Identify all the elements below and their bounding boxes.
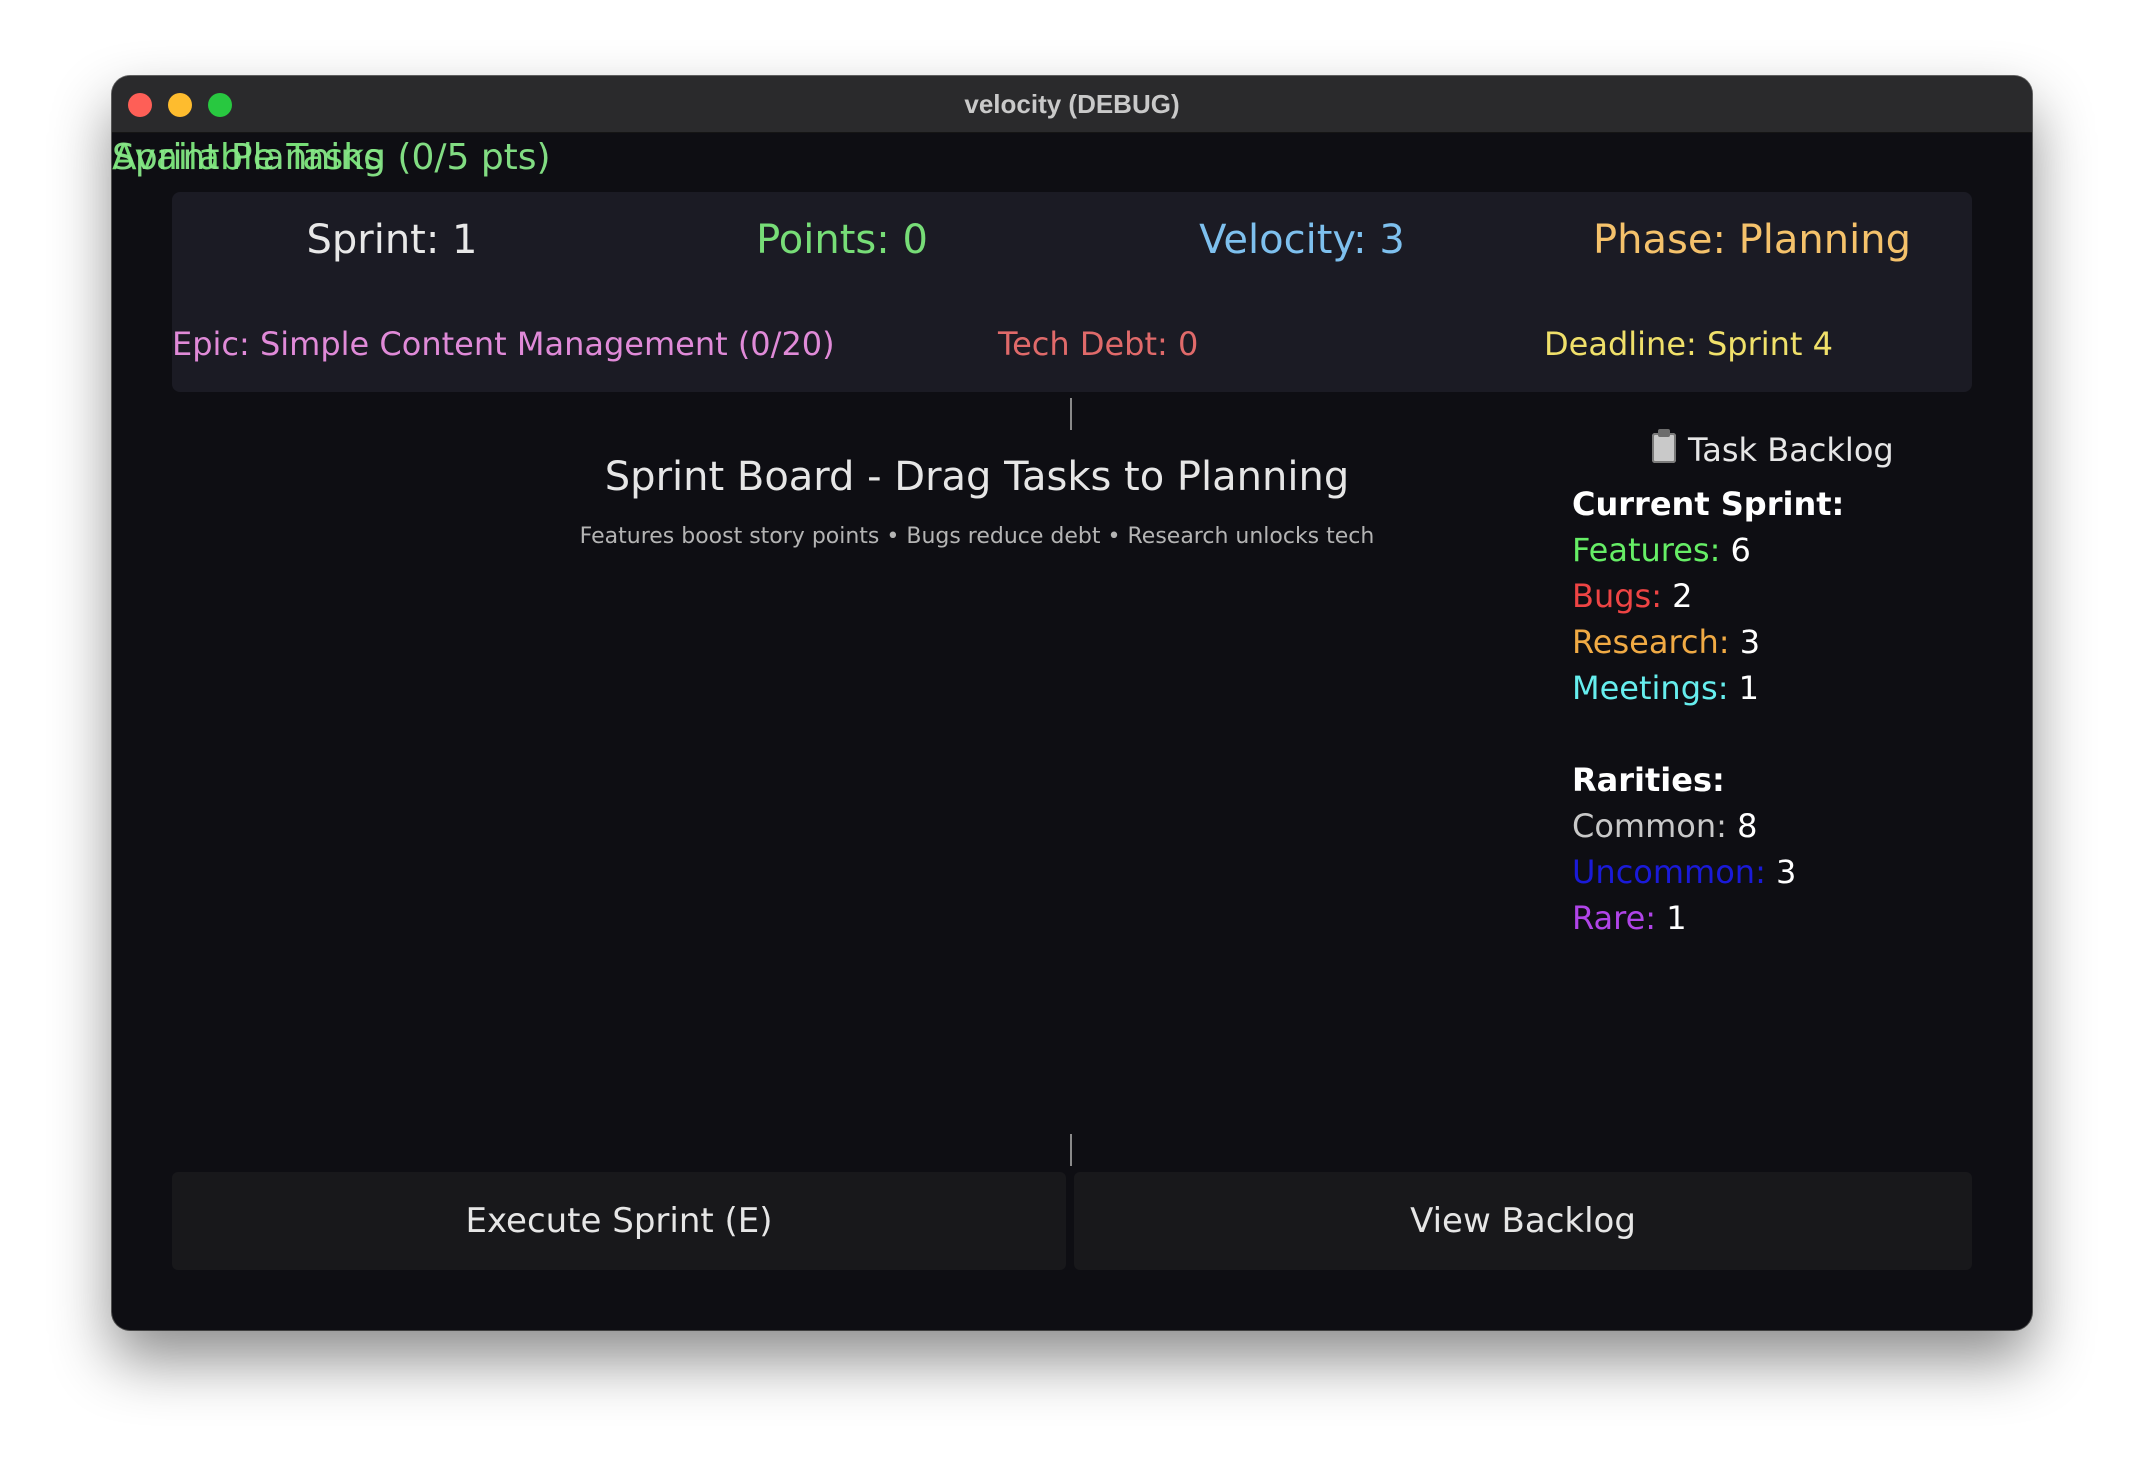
velocity-stat: Velocity: 3 [1199, 217, 1405, 263]
rarity-value: 1 [1666, 899, 1687, 937]
rarity-value: 3 [1776, 853, 1797, 891]
clipboard-icon [1652, 429, 1676, 463]
rarity-label: Rare: [1572, 899, 1657, 937]
execute-sprint-button[interactable]: Execute Sprint (E) [172, 1172, 1066, 1270]
rarity-label: Common: [1572, 807, 1727, 845]
board-title: Sprint Board - Drag Tasks to Planning [604, 454, 1350, 500]
category-label: Bugs: [1572, 577, 1662, 615]
category-label: Research: [1572, 623, 1730, 661]
current-sprint-heading: Current Sprint: [1572, 485, 1845, 523]
phase-stat: Phase: Planning [1593, 217, 1911, 263]
category-meetings: Meetings: 1 [1572, 666, 1759, 710]
category-features: Features: 6 [1572, 528, 1751, 572]
window-title: velocity (DEBUG) [964, 89, 1180, 119]
sprint-stat: Sprint: 1 [306, 217, 478, 263]
deadline-stat: Deadline: Sprint 4 [1544, 325, 1833, 363]
points-stat: Points: 0 [756, 217, 928, 263]
view-backlog-button[interactable]: View Backlog [1074, 1172, 1972, 1270]
rarity-uncommon: Uncommon: 3 [1572, 850, 1796, 894]
tech-debt-stat: Tech Debt: 0 [998, 325, 1199, 363]
category-label: Meetings: [1572, 669, 1729, 707]
app-window: velocity (DEBUG) Available Tasks Sprint … [112, 76, 2032, 1330]
rarity-value: 8 [1737, 807, 1758, 845]
rarity-label: Uncommon: [1572, 853, 1766, 891]
backlog-header-label: Task Backlog [1688, 431, 1894, 469]
category-bugs: Bugs: 2 [1572, 574, 1693, 618]
category-value: 6 [1730, 531, 1751, 569]
category-label: Features: [1572, 531, 1721, 569]
category-value: 1 [1738, 669, 1759, 707]
rarity-common: Common: 8 [1572, 804, 1757, 848]
category-value: 2 [1672, 577, 1693, 615]
category-value: 3 [1739, 623, 1761, 661]
title-bar: velocity (DEBUG) [112, 76, 2032, 133]
rarities-heading: Rarities: [1572, 761, 1725, 799]
epic-stat: Epic: Simple Content Management (0/20) [172, 325, 835, 363]
stats-panel: Sprint: 1 Points: 0 Velocity: 3 Phase: P… [172, 192, 1972, 392]
board-subtitle: Features boost story points • Bugs reduc… [579, 524, 1375, 549]
divider-bottom [1070, 1134, 1072, 1166]
sprint-planning-label: Sprint Planning (0/5 pts) [112, 137, 551, 178]
backlog-header: Task Backlog [1652, 428, 1894, 472]
divider-top [1070, 398, 1072, 430]
category-research: Research: 3 [1572, 620, 1760, 664]
rarity-rare: Rare: 1 [1572, 896, 1687, 940]
